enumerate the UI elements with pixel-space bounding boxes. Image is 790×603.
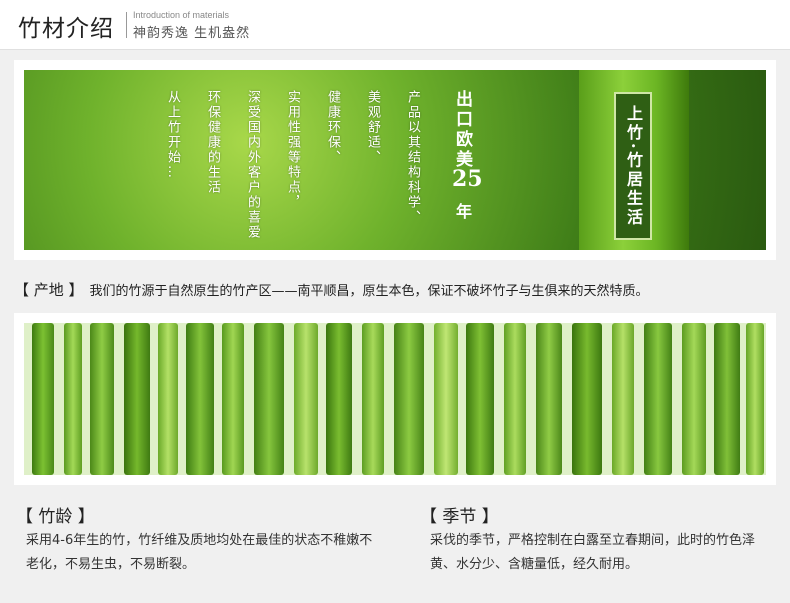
bamboo-stalks-image: [24, 323, 766, 475]
page-header: 竹材介绍 Introduction of materials 神韵秀逸 生机盎然: [0, 0, 790, 50]
year-unit: 年: [456, 202, 473, 221]
bamboo-stalk: [158, 323, 178, 475]
origin-tag: 【 产地 】: [14, 281, 84, 299]
bamboo-banner-bottom: [14, 313, 776, 485]
brand-seal: 上竹·竹居生活: [614, 92, 652, 240]
chinese-subtitle: 神韵秀逸 生机盎然: [133, 26, 251, 41]
season-text: 采伐的季节，严格控制在白露至立春期间，此时的竹色泽黄、水分少、含糖量低，经久耐用…: [430, 533, 756, 572]
bamboo-stalk: [536, 323, 562, 475]
bamboo-stalk: [90, 323, 114, 475]
banner-text-col-1: 产品以其结构科学、: [405, 90, 420, 225]
bamboo-stalk: [714, 323, 740, 475]
page-title: 竹材介绍: [18, 16, 114, 42]
bamboo-stalk: [254, 323, 284, 475]
bamboo-stalk: [64, 323, 82, 475]
bamboo-stalk: [466, 323, 494, 475]
bamboo-stalk: [32, 323, 54, 475]
banner-text-col-2: 美观舒适、: [365, 90, 380, 165]
banner-text-col-7: 从上竹开始…: [165, 90, 180, 180]
bamboo-stalk: [434, 323, 458, 475]
banner-text-col-4: 实用性强等特点，: [285, 90, 300, 210]
origin-line: 【 产地 】我们的竹源于自然原生的竹产区——南平顺昌，原生本色，保证不破坏竹子与…: [14, 279, 649, 300]
banner-text-col-6: 环保健康的生活: [205, 90, 220, 195]
bamboo-stalk: [362, 323, 384, 475]
english-subtitle: Introduction of materials: [133, 10, 230, 20]
bamboo-stalk: [394, 323, 424, 475]
bamboo-stalk: [186, 323, 214, 475]
bamboo-forest-image: 产品以其结构科学、 美观舒适、 健康环保、 实用性强等特点， 深受国内外客户的喜…: [24, 70, 766, 250]
years-number: 25: [452, 166, 483, 192]
bamboo-stalk: [326, 323, 352, 475]
bamboo-stalk: [644, 323, 672, 475]
bamboo-stalk: [504, 323, 526, 475]
export-text: 出口欧美: [452, 90, 472, 170]
banner-text-col-3: 健康环保、: [325, 90, 340, 165]
bamboo-stalk: [294, 323, 318, 475]
age-tag: 【 竹龄 】: [16, 507, 95, 527]
bamboo-stalk: [612, 323, 634, 475]
bamboo-stalk: [572, 323, 602, 475]
bamboo-stalk: [682, 323, 706, 475]
bamboo-stalk: [222, 323, 244, 475]
bamboo-stalk: [746, 323, 764, 475]
bamboo-banner-top: 产品以其结构科学、 美观舒适、 健康环保、 实用性强等特点， 深受国内外客户的喜…: [14, 60, 776, 260]
header-rule: [0, 49, 790, 50]
season-tag: 【 季节 】: [420, 507, 499, 527]
title-divider: [126, 12, 127, 38]
banner-text-col-5: 深受国内外客户的喜爱: [245, 90, 260, 240]
age-text: 采用4-6年生的竹，竹纤维及质地均处在最佳的状态不稚嫩不老化，不易生虫，不易断裂…: [26, 533, 373, 572]
bamboo-stalk: [124, 323, 150, 475]
origin-text: 我们的竹源于自然原生的竹产区——南平顺昌，原生本色，保证不破坏竹子与生俱来的天然…: [89, 284, 649, 299]
